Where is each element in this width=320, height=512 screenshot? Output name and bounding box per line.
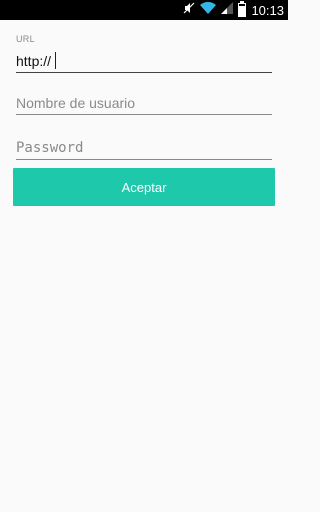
text-cursor — [55, 52, 56, 69]
status-bar: 10:13 — [0, 0, 288, 20]
clock: 10:13 — [251, 2, 284, 18]
signal-icon — [221, 1, 234, 19]
status-icons: 10:13 — [183, 0, 288, 20]
accept-button[interactable]: Aceptar — [13, 168, 275, 206]
battery-icon — [238, 1, 247, 17]
battery-level — [239, 6, 246, 16]
wifi-icon — [200, 1, 217, 19]
url-label: URL — [16, 34, 35, 44]
password-input[interactable] — [16, 136, 272, 160]
mute-icon — [183, 1, 195, 19]
username-input[interactable] — [16, 91, 272, 115]
